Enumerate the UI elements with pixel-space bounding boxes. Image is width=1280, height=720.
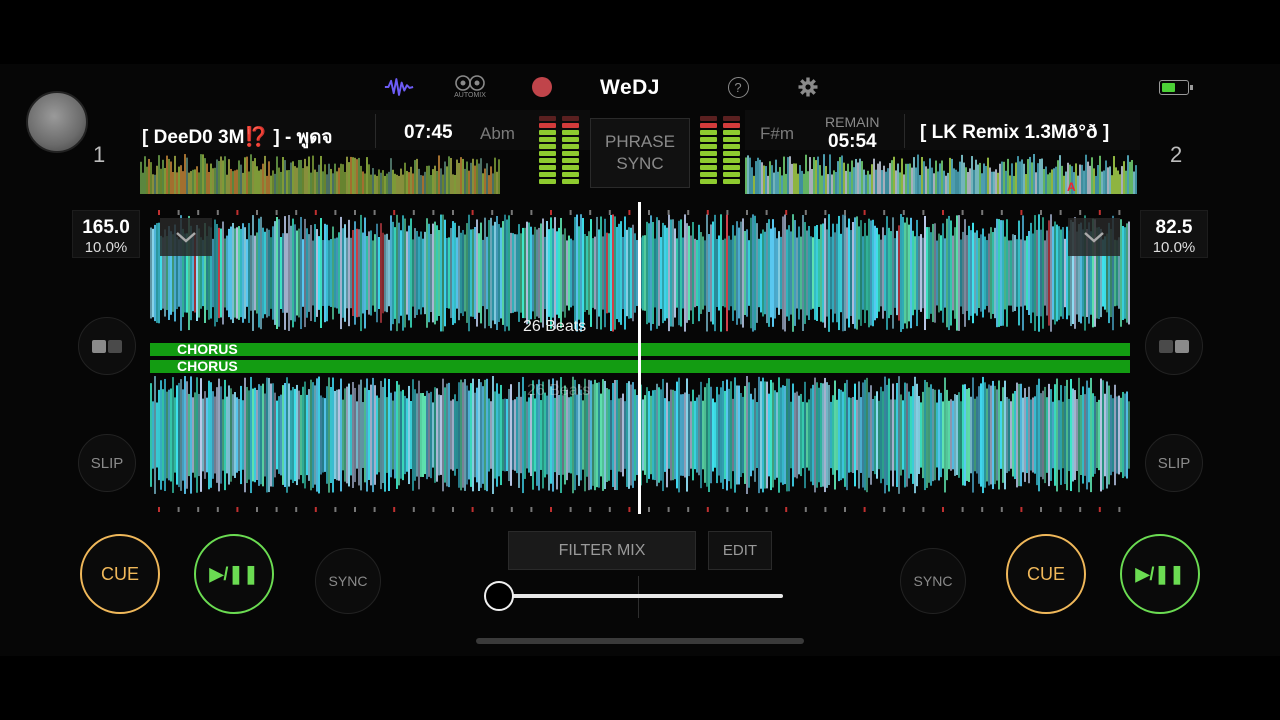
deck-2-number: 2 bbox=[1170, 142, 1183, 167]
deck-1-number: 1 bbox=[93, 142, 106, 167]
crossfader-thumb[interactable] bbox=[484, 581, 514, 611]
help-icon[interactable]: ? bbox=[723, 74, 753, 100]
deck-2-overview-marker: A bbox=[1067, 180, 1076, 194]
deck-2-phrase-label: CHORUS bbox=[177, 358, 238, 374]
deck-2-bpm: 82.5 bbox=[1155, 217, 1193, 238]
battery-icon bbox=[1159, 80, 1193, 95]
deck-2-track-title[interactable]: [ LK Remix 1.3Mð°ð ] bbox=[920, 122, 1135, 144]
crossfader-track[interactable] bbox=[500, 594, 783, 598]
deck-1-slip-button[interactable]: SLIP bbox=[78, 434, 136, 492]
gear-icon[interactable] bbox=[793, 74, 823, 100]
deck-1-sync-button[interactable]: SYNC bbox=[315, 548, 381, 614]
automix-icon[interactable]: AUTOMIX bbox=[454, 72, 486, 102]
deck-2-key: F#m bbox=[760, 124, 794, 143]
deck-1-play-pause-button[interactable]: ▶/❚❚ bbox=[194, 534, 274, 614]
deck-2-slip-button[interactable]: SLIP bbox=[1145, 434, 1203, 492]
jog-thumb-button[interactable] bbox=[26, 91, 88, 153]
deck-2-overview-waveform[interactable]: A bbox=[745, 154, 1137, 194]
deck-2-play-pause-button[interactable]: ▶/❚❚ bbox=[1120, 534, 1200, 614]
deck-2-pad-icon bbox=[1159, 339, 1189, 353]
deck-2-bpm-display[interactable]: 82.5 10.0% bbox=[1140, 210, 1208, 258]
deck-2-beats-countdown: 26 Beats bbox=[527, 382, 591, 399]
deck-1-pitch: 10.0% bbox=[84, 239, 128, 256]
deck-1-key: Abm bbox=[480, 124, 515, 143]
wedj-app: AUTOMIX WeDJ ? 1 2 [ DeeD0 3M⁉️ ] - พูดจ… bbox=[0, 64, 1280, 656]
divider bbox=[904, 114, 905, 148]
phrase-sync-line-2: SYNC bbox=[616, 154, 664, 173]
waveform-icon[interactable] bbox=[384, 74, 414, 100]
divider bbox=[375, 114, 376, 148]
deck-1-elapsed-time: 07:45 bbox=[404, 122, 453, 143]
deck-2-pad-mode-button[interactable] bbox=[1145, 317, 1203, 375]
deck-1-cue-button[interactable]: CUE bbox=[80, 534, 160, 614]
app-logo: WeDJ bbox=[600, 76, 660, 99]
deck-1-beats-countdown: 26 Beats bbox=[523, 318, 587, 335]
deck-2-cue-button[interactable]: CUE bbox=[1006, 534, 1086, 614]
edit-button[interactable]: EDIT bbox=[708, 531, 772, 570]
deck-1-level-meter-right bbox=[562, 116, 579, 188]
deck-2-level-meter-right bbox=[723, 116, 740, 188]
deck-2-pitch: 10.0% bbox=[1152, 239, 1196, 256]
playhead-line bbox=[638, 202, 641, 514]
deck-1-collapse-chevron-down-icon[interactable] bbox=[160, 218, 212, 256]
filter-mix-button[interactable]: FILTER MIX bbox=[508, 531, 696, 570]
deck-2-remain-label: REMAIN bbox=[825, 114, 880, 130]
top-bar: AUTOMIX WeDJ ? bbox=[0, 64, 1280, 153]
deck-2-remain-time: 05:54 bbox=[828, 131, 877, 152]
deck-2-level-meter-left bbox=[700, 116, 717, 188]
home-indicator bbox=[476, 638, 804, 644]
deck-1-overview-waveform[interactable] bbox=[140, 154, 530, 194]
deck-1-bpm: 165.0 bbox=[82, 217, 130, 238]
phrase-sync-button[interactable]: PHRASE SYNC bbox=[590, 118, 690, 188]
deck-2-sync-button[interactable]: SYNC bbox=[900, 548, 966, 614]
deck-1-bpm-display[interactable]: 165.0 10.0% bbox=[72, 210, 140, 258]
deck-1-pad-icon bbox=[92, 339, 122, 353]
deck-1-phrase-label: CHORUS bbox=[177, 341, 238, 357]
deck-2-collapse-chevron-down-icon[interactable] bbox=[1068, 218, 1120, 256]
automix-label: AUTOMIX bbox=[454, 92, 486, 99]
deck-1-pad-mode-button[interactable] bbox=[78, 317, 136, 375]
record-icon[interactable] bbox=[527, 74, 557, 100]
deck-1-level-meter-left bbox=[539, 116, 556, 188]
deck-1-track-title[interactable]: [ DeeD0 3M⁉️ ] - พูดจ bbox=[142, 122, 357, 152]
phrase-sync-line-1: PHRASE bbox=[605, 132, 675, 151]
